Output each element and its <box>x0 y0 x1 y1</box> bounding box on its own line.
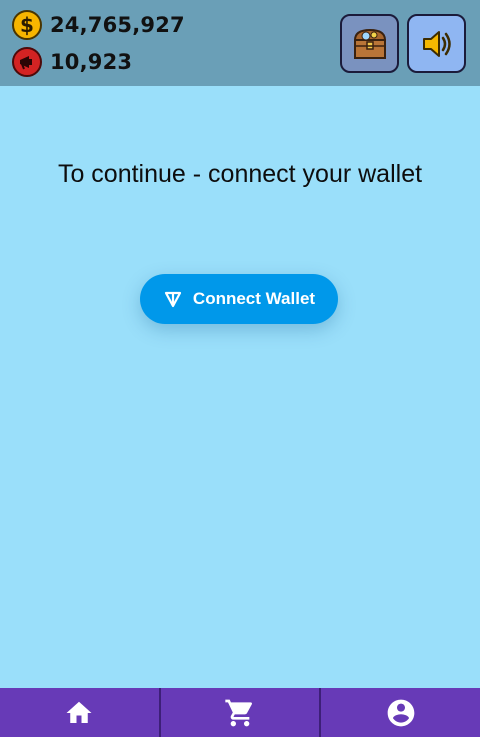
ticket-balance: 10,923 <box>12 45 132 79</box>
connect-wallet-label: Connect Wallet <box>192 289 316 308</box>
coin-balance: $ 24,765,927 <box>12 8 185 42</box>
connect-wallet-button[interactable]: Connect Wallet <box>140 274 338 324</box>
megaphone-icon <box>12 47 42 77</box>
connect-prompt-text: To continue - connect your wallet <box>57 160 423 188</box>
speaker-icon <box>422 30 451 57</box>
home-icon <box>66 701 92 723</box>
account-icon <box>387 699 415 726</box>
cart-icon <box>225 699 253 726</box>
treasure-chest-icon <box>353 28 386 59</box>
dollar-coin-icon: $ <box>12 10 42 40</box>
bottom-navigation <box>0 688 480 737</box>
ton-icon <box>163 289 183 309</box>
top-bar: $ 24,765,927 10,923 <box>0 0 480 86</box>
nav-shop[interactable] <box>161 688 322 737</box>
coin-balance-value: 24,765,927 <box>50 13 185 37</box>
sound-toggle-button[interactable] <box>407 14 466 73</box>
ticket-balance-value: 10,923 <box>50 50 133 74</box>
nav-profile[interactable] <box>321 688 480 737</box>
treasure-chest-button[interactable] <box>340 14 399 73</box>
nav-home[interactable] <box>0 688 161 737</box>
